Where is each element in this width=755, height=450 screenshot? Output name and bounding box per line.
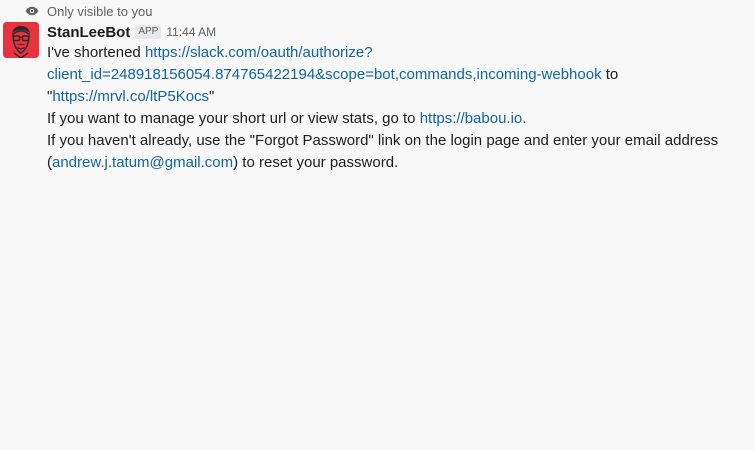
message-text: I've shortened https://slack.com/oauth/a… (47, 42, 747, 174)
eye-icon (25, 6, 39, 16)
line4-prefix: If you want to manage your short url or … (47, 110, 420, 127)
message-line-6: (andrew.j.tatum@gmail.com) to reset your… (47, 152, 747, 174)
visibility-note-text: Only visible to you (47, 3, 153, 19)
oauth-link-part-2[interactable]: client_id=248918156054.874765422194&scop… (47, 66, 602, 83)
avatar[interactable] (3, 22, 39, 58)
sender-name[interactable]: StanLeeBot (47, 24, 130, 41)
line5-text: If you haven't already, use the "Forgot … (47, 132, 719, 149)
short-url-link[interactable]: https://mrvl.co/ltP5Kocs (52, 88, 209, 105)
line6-suffix: ) to reset your password. (233, 154, 399, 171)
message-header: StanLeeBot APP 11:44 AM (47, 22, 747, 42)
visibility-note: Only visible to you (25, 2, 153, 20)
message-body: StanLeeBot APP 11:44 AM I've shortened h… (47, 22, 747, 174)
app-badge: APP (135, 25, 162, 39)
message-line-2: client_id=248918156054.874765422194&scop… (47, 64, 747, 86)
quote-close: " (209, 88, 215, 105)
message-timestamp[interactable]: 11:44 AM (166, 25, 216, 39)
message-line-4: If you want to manage your short url or … (47, 108, 747, 130)
babou-link[interactable]: https://babou.io (420, 110, 523, 127)
line2-suffix: to (601, 66, 619, 83)
message-line-3: "https://mrvl.co/ltP5Kocs" (47, 86, 747, 108)
stan-lee-avatar-icon (3, 22, 39, 58)
message-line-1: I've shortened https://slack.com/oauth/a… (47, 42, 747, 64)
bot-message: Only visible to you StanLeeBot APP 11:44… (0, 0, 755, 450)
line4-suffix: . (522, 110, 527, 127)
oauth-link-part-1[interactable]: https://slack.com/oauth/authorize? (145, 44, 373, 61)
message-line-5: If you haven't already, use the "Forgot … (47, 130, 747, 152)
line1-prefix: I've shortened (47, 44, 145, 61)
email-link[interactable]: andrew.j.tatum@gmail.com (52, 154, 233, 171)
